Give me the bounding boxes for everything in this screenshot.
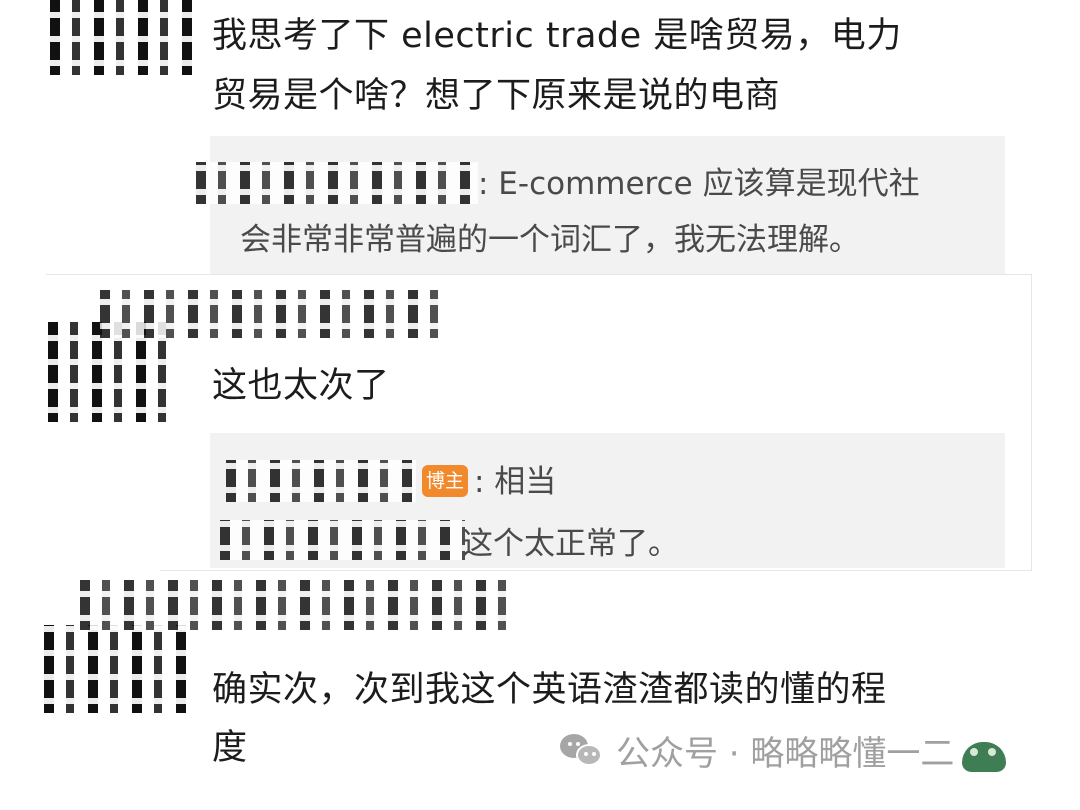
avatar-obscured[interactable]: [50, 0, 195, 75]
watermark-text: 公众号 · 略略略懂一二: [616, 733, 955, 774]
divider: [160, 570, 1032, 571]
comment-text: 度: [212, 728, 248, 768]
comment-text: 这也太次了: [212, 366, 390, 406]
reply-text: 会非常非常普遍的一个词汇了，我无法理解。: [240, 222, 860, 258]
reply-text: : E-commerce 应该算是现代社: [478, 166, 920, 202]
comment-text: 我思考了下 electric trade 是啥贸易，电力: [212, 16, 902, 56]
comment-text: 贸易是个啥？想了下原来是说的电商: [212, 76, 781, 116]
author-badge: 博主: [422, 465, 468, 497]
username-obscured[interactable]: [100, 290, 450, 338]
divider: [46, 274, 1031, 275]
comment-text: 确实次，次到我这个英语渣渣都读的懂的程: [212, 670, 887, 710]
reply-text: 这个太正常了。: [462, 526, 679, 562]
reply-text: : 相当: [474, 464, 557, 500]
frog-sticker-icon: [962, 742, 1006, 772]
divider: [1031, 274, 1032, 570]
avatar-obscured[interactable]: [44, 625, 194, 713]
reply-author-obscured[interactable]: [226, 460, 416, 502]
username-obscured[interactable]: [80, 580, 520, 630]
reply-author-obscured[interactable]: [220, 520, 465, 560]
wechat-icon: [560, 730, 606, 770]
watermark: 公众号 · 略略略懂一二: [560, 722, 954, 778]
reply-author-obscured[interactable]: [196, 162, 478, 204]
